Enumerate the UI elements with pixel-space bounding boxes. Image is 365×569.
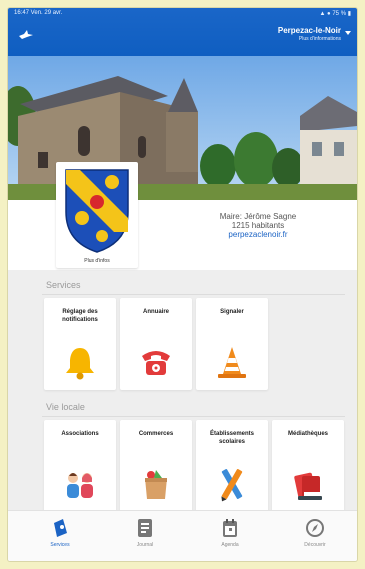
people-icon [67, 473, 93, 498]
status-time: 16:47 Ven. 29 avr. [14, 10, 63, 16]
tile-label: Réglage des notifications [62, 309, 98, 323]
tile-label: Établissements scolaires [209, 431, 255, 445]
town-crest-card[interactable]: Plus d'infos [56, 162, 138, 268]
tile-label: Signaler [220, 309, 244, 315]
shopping-bag-icon [145, 470, 167, 499]
nav-label: Agenda [221, 542, 239, 548]
town-subtitle: Plus d'informations [298, 36, 341, 42]
tile-shops[interactable]: Commerces [120, 420, 192, 512]
books-icon [294, 472, 322, 500]
bell-icon [66, 348, 94, 380]
coat-of-arms-icon [65, 169, 129, 253]
tile-report[interactable]: Signaler [196, 298, 268, 390]
crest-caption: Plus d'infos [84, 258, 110, 264]
status-bar: 16:47 Ven. 29 avr. ▲ ● 75 % ▮ [14, 10, 351, 20]
section-divider [42, 416, 345, 417]
nav-tab-journal[interactable]: Journal [115, 517, 175, 557]
nav-label: Journal [136, 542, 154, 548]
population-count: 1215 habitants [231, 221, 285, 230]
nav-tab-services[interactable]: Services [30, 517, 90, 557]
bottom-navigation: Services Journal Agenda Découvrir [8, 510, 357, 561]
nav-label: Découvrir [304, 542, 326, 548]
nav-tab-agenda[interactable]: Agenda [200, 517, 260, 557]
status-icons: ▲ ● 75 % ▮ [319, 11, 351, 17]
services-icon [54, 519, 67, 537]
calendar-icon [223, 519, 237, 537]
town-selector[interactable]: Perpezac-le-Noir Plus d'informations [278, 26, 341, 42]
nav-tab-discover[interactable]: Découvrir [285, 517, 345, 557]
nav-label: Services [50, 542, 70, 548]
town-name: Perpezac-le-Noir [277, 26, 341, 35]
tile-directory[interactable]: Annuaire [120, 298, 192, 390]
mayor-info: Maire: Jérôme Sagne 1215 habitants perpe… [168, 212, 348, 239]
section-title-local-life: Vie locale [46, 402, 85, 412]
chevron-down-icon[interactable] [345, 31, 351, 35]
traffic-cone-icon [218, 347, 246, 378]
tile-label: Annuaire [142, 309, 169, 315]
tile-label: Médiathèques [287, 431, 328, 437]
tile-label: Associations [61, 431, 99, 437]
section-divider [42, 294, 345, 295]
telephone-icon [142, 351, 170, 375]
compass-icon [306, 519, 324, 537]
app-header: 16:47 Ven. 29 avr. ▲ ● 75 % ▮ Perpezac-l… [8, 8, 357, 56]
town-website-link[interactable]: perpezaclenoir.fr [168, 230, 348, 239]
journal-icon [138, 519, 152, 537]
mayor-name: Maire: Jérôme Sagne [219, 212, 297, 221]
app-logo-icon[interactable] [18, 28, 34, 40]
app-screen: 16:47 Ven. 29 avr. ▲ ● 75 % ▮ Perpezac-l… [8, 8, 357, 561]
section-title-services: Services [46, 280, 81, 290]
tile-schools[interactable]: Établissements scolaires [196, 420, 268, 512]
tile-libraries[interactable]: Médiathèques [272, 420, 344, 512]
pencil-ruler-icon [221, 469, 243, 502]
tile-associations[interactable]: Associations [44, 420, 116, 512]
tile-label: Commerces [138, 431, 174, 437]
tile-notification-settings[interactable]: Réglage des notifications [44, 298, 116, 390]
